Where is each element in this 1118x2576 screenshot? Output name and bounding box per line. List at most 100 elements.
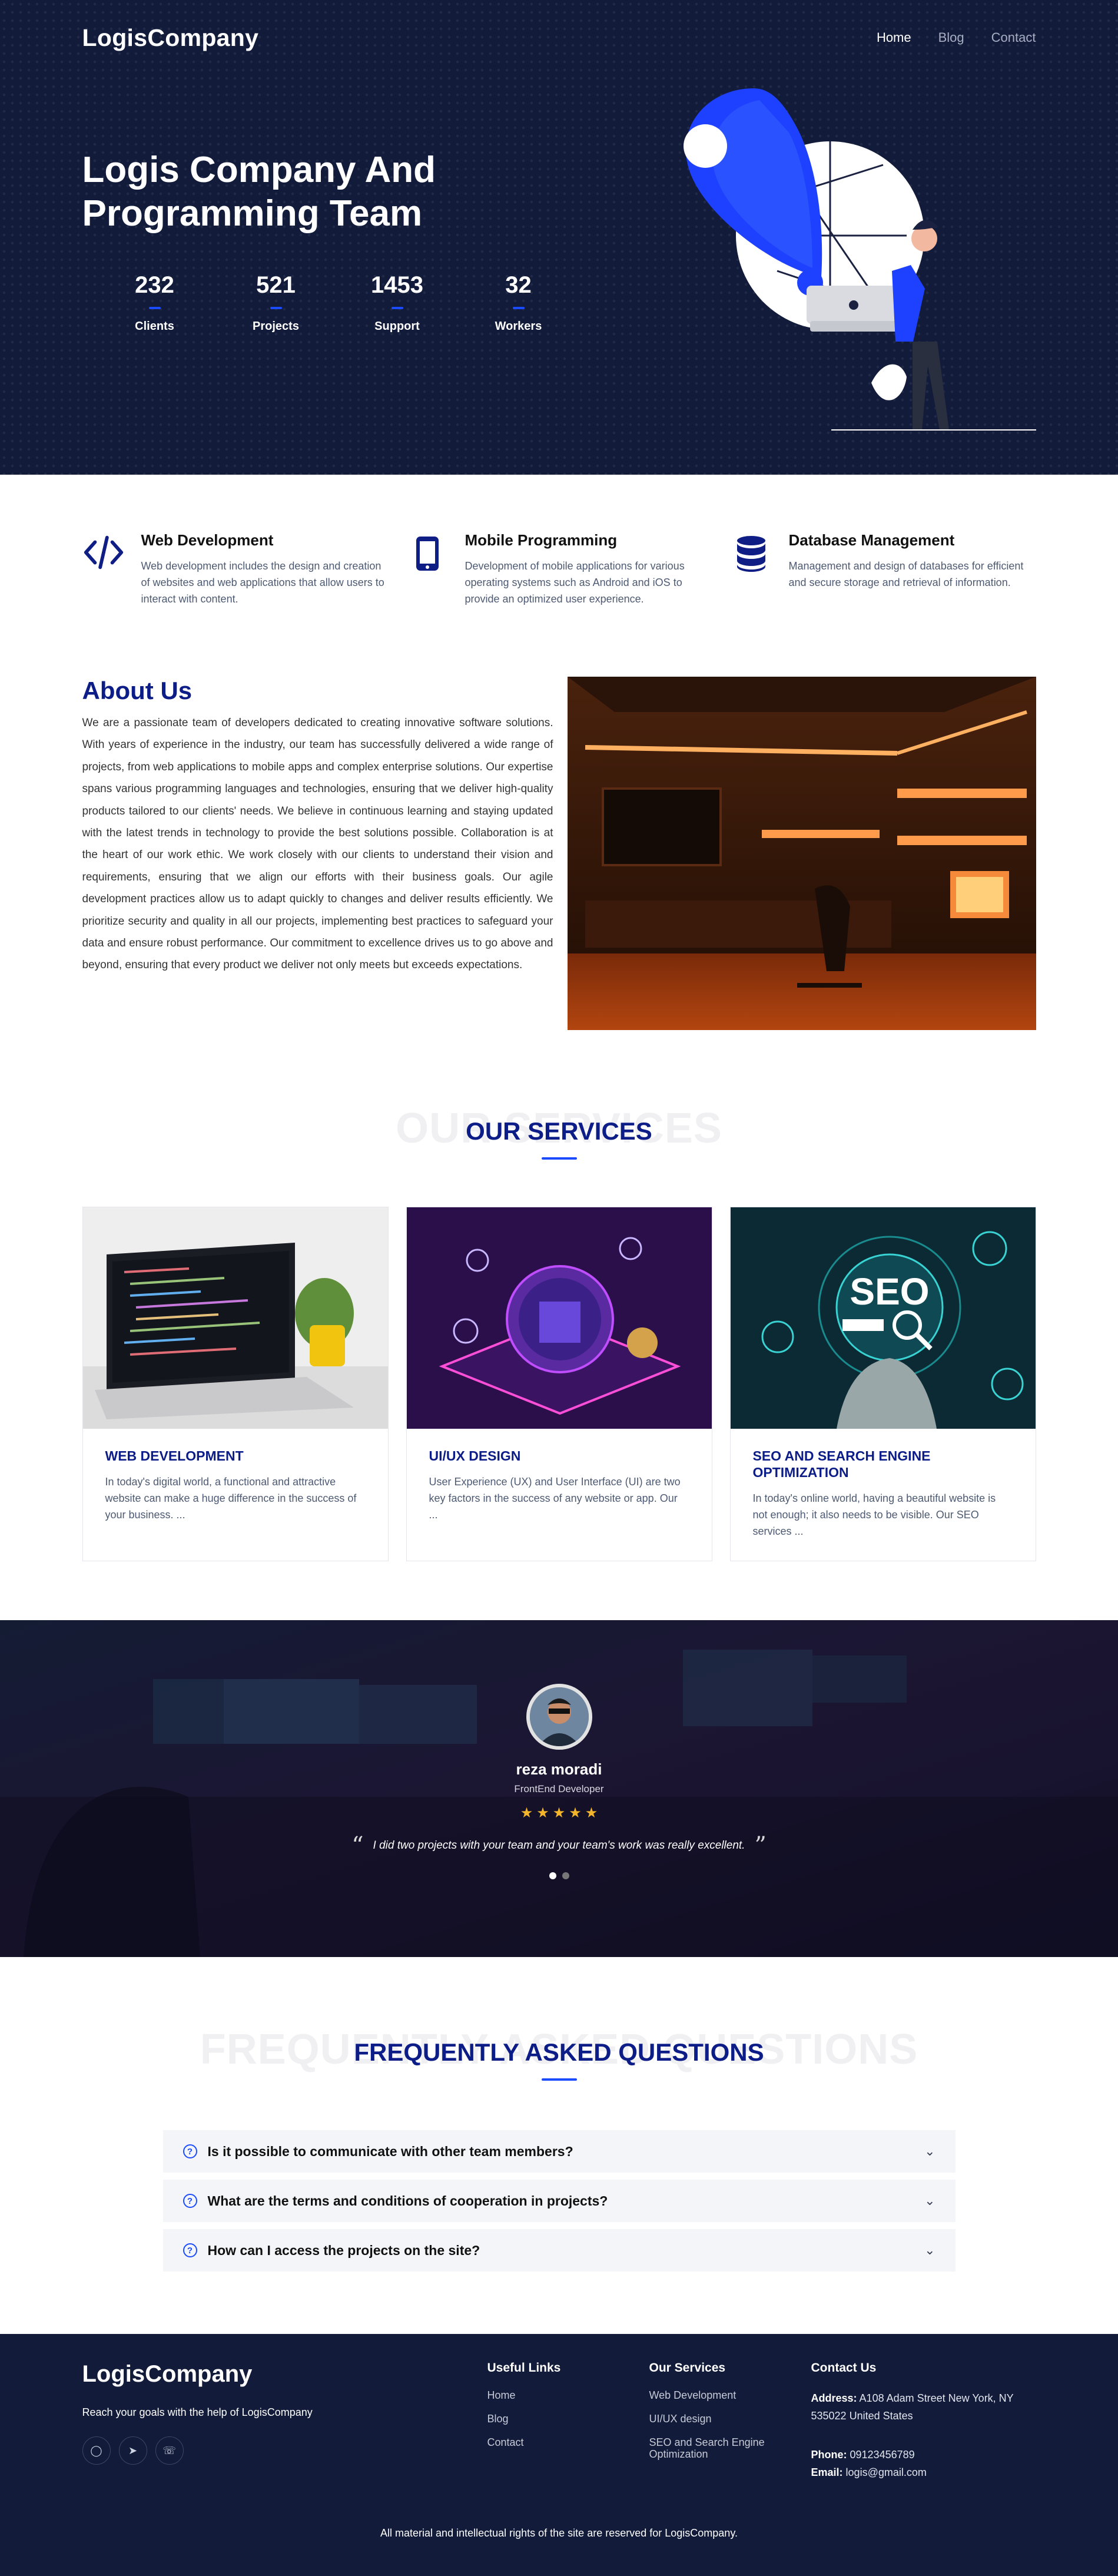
faq-question: What are the terms and conditions of coo… (207, 2193, 608, 2209)
hero-title: Logis Company And Programming Team (82, 150, 436, 234)
stat-divider (512, 307, 525, 309)
hero-section: LogisCompany Home Blog Contact Logis Com… (0, 0, 1118, 475)
stats-row: 232 Clients 521 Projects 1453 Support 32… (94, 272, 579, 333)
faq-list: ? Is it possible to communicate with oth… (162, 2130, 956, 2272)
feature-mobile-programming: Mobile Programming Development of mobile… (406, 531, 712, 607)
feature-text: Web development includes the design and … (141, 560, 384, 605)
service-card-title: UI/UX DESIGN (429, 1448, 521, 1464)
phone-label: Phone: (811, 2449, 847, 2461)
nav-home-link[interactable]: Home (877, 30, 911, 45)
slider-dot[interactable] (562, 1872, 569, 1879)
footer-link-blog[interactable]: Blog (487, 2413, 649, 2425)
footer-service-web[interactable]: Web Development (649, 2389, 811, 2401)
site-footer: LogisCompany Reach your goals with the h… (0, 2334, 1118, 2576)
service-card-uiux-design[interactable]: UI/UX DESIGN User Experience (UX) and Us… (406, 1207, 712, 1561)
quote-close-icon: ” (754, 1832, 767, 1859)
social-links: ◯ ➤ ☏ (82, 2436, 487, 2465)
star-icon: ★ (536, 1805, 549, 1821)
footer-services-title: Our Services (649, 2361, 726, 2375)
star-icon: ★ (585, 1805, 598, 1821)
stat-value: 232 (135, 272, 174, 298)
services-title: OUR SERVICES (466, 1117, 652, 1145)
service-card-seo[interactable]: SEO SEO AND SEARCH ENGINE OPTIMIZATION I… (729, 1207, 1036, 1561)
star-icon: ★ (552, 1805, 566, 1821)
about-section: About Us We are a passionate team of dev… (82, 677, 1036, 1030)
service-card-web-development[interactable]: WEB DEVELOPMENT In today's digital world… (82, 1207, 389, 1561)
stat-divider (270, 307, 282, 309)
stat-label: Clients (135, 320, 174, 333)
chevron-down-icon[interactable]: ⌄ (924, 2243, 935, 2258)
title-underline (541, 2078, 577, 2081)
star-icon: ★ (520, 1805, 533, 1821)
footer-tagline: Reach your goals with the help of LogisC… (82, 2406, 313, 2418)
stat-label: Support (374, 320, 420, 333)
feature-text: Development of mobile applications for v… (465, 560, 685, 605)
hero-illustration (683, 88, 1036, 431)
nav-blog-link[interactable]: Blog (938, 30, 964, 45)
svg-text:SEO: SEO (850, 1270, 929, 1313)
star-icon: ★ (569, 1805, 582, 1821)
footer-link-home[interactable]: Home (487, 2389, 649, 2401)
testimonial-name: reza moradi (516, 1760, 602, 1778)
email-value[interactable]: logis@gmail.com (846, 2466, 927, 2478)
services-heading: OUR SERVICES OUR SERVICES (82, 1105, 1036, 1171)
telegram-icon[interactable]: ➤ (118, 2436, 147, 2465)
stat-value: 32 (505, 272, 532, 298)
services-section: OUR SERVICES OUR SERVICES WEB DEVELOPMEN… (82, 1105, 1036, 1561)
testimonial-quote: “ I did two projects with your team and … (351, 1832, 767, 1859)
feature-text: Management and design of databases for e… (788, 560, 1024, 588)
services-cards: WEB DEVELOPMENT In today's digital world… (82, 1207, 1036, 1561)
footer-contact: Contact Us Address: A108 Adam Street New… (811, 2361, 1036, 2481)
question-icon: ? (183, 2243, 197, 2257)
slider-pagination (549, 1872, 569, 1879)
instagram-icon[interactable]: ◯ (82, 2436, 111, 2465)
testimonial-section: reza moradi FrontEnd Developer ★ ★ ★ ★ ★… (0, 1620, 1118, 1957)
footer-link-contact[interactable]: Contact (487, 2436, 649, 2448)
stat-workers: 32 Workers (458, 272, 579, 333)
stat-value: 1453 (371, 272, 423, 298)
faq-item[interactable]: ? Is it possible to communicate with oth… (162, 2130, 956, 2173)
question-icon: ? (183, 2194, 197, 2208)
feature-title: Database Management (788, 531, 955, 549)
chevron-down-icon[interactable]: ⌄ (924, 2193, 935, 2209)
nav-links: Home Blog Contact (877, 30, 1036, 45)
faq-section: FREQUENTLY ASKED QUESTIONS FREQUENTLY AS… (82, 2026, 1036, 2272)
testimonial-avatar (526, 1684, 592, 1750)
footer-logo[interactable]: LogisCompany (82, 2361, 487, 2388)
nav-contact-link[interactable]: Contact (991, 30, 1036, 45)
service-card-text: In today's digital world, a functional a… (105, 1476, 357, 1521)
service-card-title: SEO AND SEARCH ENGINE OPTIMIZATION (752, 1448, 931, 1480)
stat-support: 1453 Support (337, 272, 458, 333)
testimonial-quote-text: I did two projects with your team and yo… (373, 1839, 745, 1852)
footer-useful-title: Useful Links (487, 2361, 561, 2375)
chevron-down-icon[interactable]: ⌄ (924, 2144, 935, 2159)
feature-title: Mobile Programming (465, 531, 618, 549)
stat-label: Projects (253, 320, 299, 333)
testimonial-role: FrontEnd Developer (514, 1783, 604, 1794)
footer-service-seo[interactable]: SEO and Search Engine Optimization (649, 2436, 767, 2460)
ui-ux-image (406, 1207, 712, 1429)
footer-services: Our Services Web Development UI/UX desig… (649, 2361, 811, 2481)
about-text: We are a passionate team of developers d… (82, 717, 553, 972)
faq-item[interactable]: ? What are the terms and conditions of c… (162, 2180, 956, 2222)
stat-divider (391, 307, 403, 309)
stat-label: Workers (495, 320, 542, 333)
stat-divider (148, 307, 161, 309)
about-room-image (567, 677, 1036, 1030)
seo-image: SEO (730, 1207, 1036, 1429)
faq-item[interactable]: ? How can I access the projects on the s… (162, 2229, 956, 2272)
faq-heading: FREQUENTLY ASKED QUESTIONS FREQUENTLY AS… (82, 2026, 1036, 2092)
service-card-text: User Experience (UX) and User Interface … (429, 1476, 681, 1521)
slider-dot-active[interactable] (549, 1872, 556, 1879)
whatsapp-icon[interactable]: ☏ (155, 2436, 184, 2465)
site-logo[interactable]: LogisCompany (82, 24, 259, 52)
copyright-text: All material and intellectual rights of … (380, 2527, 738, 2539)
phone-value: 09123456789 (850, 2449, 915, 2461)
laptop-code-image (82, 1207, 388, 1429)
quote-open-icon: “ (351, 1832, 364, 1859)
footer-useful-links: Useful Links Home Blog Contact (487, 2361, 649, 2481)
email-label: Email: (811, 2466, 843, 2478)
service-card-title: WEB DEVELOPMENT (105, 1448, 244, 1464)
faq-question: How can I access the projects on the sit… (207, 2242, 480, 2258)
footer-service-uiux[interactable]: UI/UX design (649, 2413, 811, 2425)
